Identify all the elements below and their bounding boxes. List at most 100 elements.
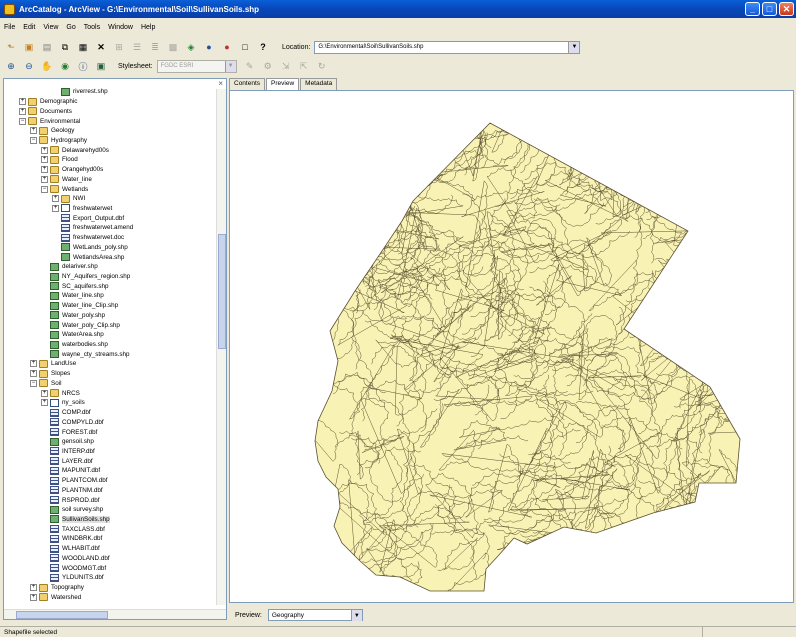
tree-item[interactable]: waterbodies.shp <box>4 340 214 350</box>
tree-item[interactable]: + Water_line <box>4 174 214 184</box>
tree-item[interactable]: soil survey.shp <box>4 505 214 515</box>
maximize-button[interactable]: □ <box>762 2 777 16</box>
menu-view[interactable]: View <box>43 24 58 31</box>
tree-item[interactable]: freshwaterwet.amend <box>4 223 214 233</box>
close-button[interactable]: ✕ <box>779 2 794 16</box>
tree-item[interactable]: + Slopes <box>4 369 214 379</box>
expand-icon[interactable]: + <box>52 195 59 203</box>
tree-item[interactable]: SC_aquifers.shp <box>4 281 214 291</box>
tree-item[interactable]: − Hydrography <box>4 136 214 146</box>
catalog-tree-panel[interactable]: × riverrest.shp + Demographic + Documents − En… <box>3 78 227 620</box>
arctoolbox-icon[interactable]: ● <box>202 40 216 54</box>
tree-item[interactable]: WINDBRK.dbf <box>4 534 214 544</box>
update-metadata-icon[interactable]: ↻ <box>315 59 329 73</box>
command-line-icon[interactable]: □ <box>238 40 252 54</box>
expand-icon[interactable]: + <box>41 166 48 174</box>
tab-preview[interactable]: Preview <box>266 78 300 90</box>
scrollbar-thumb[interactable] <box>218 234 226 349</box>
tree-item[interactable]: + Delawarehyd00s <box>4 145 214 155</box>
expand-icon[interactable]: + <box>19 98 26 106</box>
map-preview[interactable] <box>229 90 794 603</box>
menu-file[interactable]: File <box>4 24 15 31</box>
expand-icon[interactable]: + <box>41 146 48 154</box>
thumbnails-icon[interactable]: ▩ <box>166 40 180 54</box>
up-one-level-icon[interactable]: ⬑ <box>4 40 18 54</box>
tree-item[interactable]: freshwaterwet.doc <box>4 233 214 243</box>
tree-item[interactable]: + NRCS <box>4 388 214 398</box>
tree-item[interactable]: Water_line.shp <box>4 291 214 301</box>
preview-type-select[interactable]: Geography ▼ <box>267 609 363 621</box>
large-icons-icon[interactable]: ⊞ <box>112 40 126 54</box>
model-builder-icon[interactable]: ● <box>220 40 234 54</box>
tree-item[interactable]: FOREST.dbf <box>4 427 214 437</box>
tree-item[interactable]: + Geology <box>4 126 214 136</box>
tree-item[interactable]: WetlandsArea.shp <box>4 252 214 262</box>
expand-icon[interactable]: + <box>41 399 48 407</box>
tree-item[interactable]: RSPROD.dbf <box>4 495 214 505</box>
edit-metadata-icon[interactable]: ✎ <box>243 59 257 73</box>
tree-item[interactable]: + ny_soils <box>4 398 214 408</box>
expand-icon[interactable]: + <box>52 204 59 212</box>
collapse-icon[interactable]: − <box>41 185 48 193</box>
zoom-out-icon[interactable]: ⊖ <box>22 59 36 73</box>
metadata-properties-icon[interactable]: ⚙ <box>261 59 275 73</box>
tree-item[interactable]: + freshwaterwet <box>4 204 214 214</box>
expand-icon[interactable]: + <box>30 370 37 378</box>
tree-item[interactable]: + Topography <box>4 583 214 593</box>
horizontal-scrollbar[interactable] <box>4 609 226 619</box>
export-metadata-icon[interactable]: ⇱ <box>297 59 311 73</box>
tree-item[interactable]: riverrest.shp <box>4 87 214 97</box>
identify-icon[interactable]: ⓘ <box>76 59 90 73</box>
tree-item[interactable]: YLDUNITS.dbf <box>4 573 214 583</box>
tree-item[interactable]: − Wetlands <box>4 184 214 194</box>
tree-item[interactable]: LAYER.dbf <box>4 456 214 466</box>
expand-icon[interactable]: + <box>30 127 37 135</box>
list-icon[interactable]: ☰ <box>130 40 144 54</box>
tree-item[interactable]: Export_Output.dbf <box>4 213 214 223</box>
tree-item[interactable]: TAXCLASS.dbf <box>4 524 214 534</box>
expand-icon[interactable]: + <box>30 360 37 368</box>
paste-icon[interactable]: ▦ <box>76 40 90 54</box>
tree-item[interactable]: + Documents <box>4 106 214 116</box>
chevron-down-icon[interactable]: ▼ <box>224 60 236 72</box>
close-icon[interactable]: × <box>218 79 223 88</box>
tree-item[interactable]: wayne_cty_streams.shp <box>4 349 214 359</box>
scrollbar-thumb[interactable] <box>16 611 108 619</box>
details-icon[interactable]: ≣ <box>148 40 162 54</box>
import-metadata-icon[interactable]: ⇲ <box>279 59 293 73</box>
tree-item[interactable]: MAPUNIT.dbf <box>4 466 214 476</box>
tree-item[interactable]: WLHABIT.dbf <box>4 544 214 554</box>
collapse-icon[interactable]: − <box>19 117 26 125</box>
expand-icon[interactable]: + <box>30 584 37 592</box>
delete-icon[interactable]: ✕ <box>94 40 108 54</box>
expand-icon[interactable]: + <box>19 107 26 115</box>
tree-item[interactable]: Water_poly_Clip.shp <box>4 320 214 330</box>
tree-item[interactable]: + Watershed <box>4 592 214 602</box>
title-bar[interactable]: ArcCatalog - ArcView - G:\Environmental\… <box>0 0 796 18</box>
zoom-in-icon[interactable]: ⊕ <box>4 59 18 73</box>
tree-item[interactable]: WOODLAND.dbf <box>4 554 214 564</box>
menu-window[interactable]: Window <box>108 24 133 31</box>
tree-item[interactable]: SullivanSoils.shp <box>4 515 214 525</box>
tree-item[interactable]: PLANTNM.dbf <box>4 485 214 495</box>
menu-edit[interactable]: Edit <box>23 24 35 31</box>
chevron-down-icon[interactable]: ▼ <box>350 610 362 621</box>
tree-item[interactable]: Water_line_Clip.shp <box>4 301 214 311</box>
create-thumbnail-icon[interactable]: ▣ <box>94 59 108 73</box>
location-field[interactable]: G:\Environmental\Soil\SullivanSoils.shp … <box>314 40 581 54</box>
tree-item[interactable]: + NWI <box>4 194 214 204</box>
tree-item[interactable]: WaterArea.shp <box>4 330 214 340</box>
menu-go[interactable]: Go <box>66 24 75 31</box>
copy-icon[interactable]: ⧉ <box>58 40 72 54</box>
expand-icon[interactable]: + <box>41 389 48 397</box>
tree-item[interactable]: gensoil.shp <box>4 437 214 447</box>
tree-item[interactable]: − Soil <box>4 379 214 389</box>
tree-item[interactable]: INTERP.dbf <box>4 447 214 457</box>
stylesheet-select[interactable]: FGDC ESRI ▼ <box>156 59 237 73</box>
launch-arcmap-icon[interactable]: ◈ <box>184 40 198 54</box>
pan-icon[interactable]: ✋ <box>40 59 54 73</box>
whats-this-icon[interactable]: ? <box>256 40 270 54</box>
tree-item[interactable]: COMPYLD.dbf <box>4 417 214 427</box>
disconnect-folder-icon[interactable]: ▤ <box>40 40 54 54</box>
tree-item[interactable]: delariver.shp <box>4 262 214 272</box>
